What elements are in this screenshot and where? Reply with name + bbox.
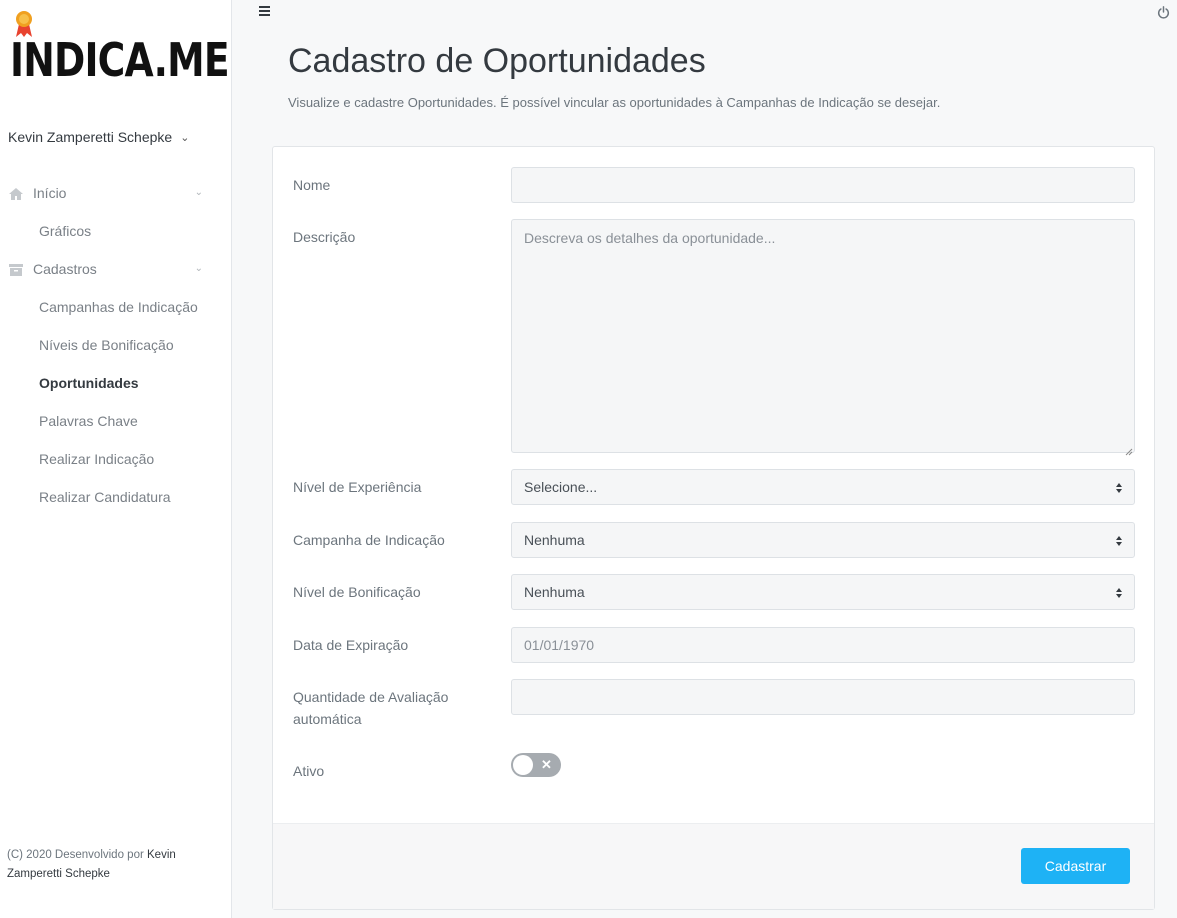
quantidade-input[interactable]	[511, 679, 1135, 715]
ativo-toggle[interactable]: ✕	[511, 753, 561, 777]
nivel-bonificacao-select[interactable]: Nenhuma	[511, 574, 1135, 610]
select-value: Selecione...	[524, 479, 598, 495]
form-card: Nome Descrição Nível de Experiência Sele…	[272, 146, 1155, 910]
sidebar-footer: (C) 2020 Desenvolvido por Kevin Zamperet…	[7, 846, 207, 884]
sidebar-item-oportunidades[interactable]: Oportunidades	[0, 364, 231, 402]
date-value: 01/01/1970	[524, 637, 595, 653]
nivel-bonificacao-label: Nível de Bonificação	[293, 584, 421, 600]
sidebar: INDICA.ME Kevin Zamperetti Schepke ⌄ Iní…	[0, 0, 232, 918]
ativo-label: Ativo	[293, 763, 325, 779]
user-name: Kevin Zamperetti Schepke	[8, 129, 173, 145]
nav-group-label: Cadastros	[33, 261, 97, 277]
sidebar-nav: Início ⌄ Gráficos Cadastros ⌄ Campanhas …	[0, 174, 231, 516]
sidebar-item-niveis[interactable]: Níveis de Bonificação	[0, 326, 231, 364]
nome-label: Nome	[293, 177, 331, 193]
sidebar-item-realizar-indicacao[interactable]: Realizar Indicação	[0, 440, 231, 478]
select-caret-icon	[1116, 588, 1122, 598]
resize-grip-icon[interactable]	[1125, 443, 1133, 456]
power-icon[interactable]	[1157, 6, 1171, 20]
sidebar-item-campanhas[interactable]: Campanhas de Indicação	[0, 288, 231, 326]
logo-text: INDICA.ME	[10, 33, 230, 87]
sidebar-item-graficos[interactable]: Gráficos	[0, 212, 231, 250]
chevron-down-icon: ⌄	[194, 263, 203, 274]
card-footer: Cadastrar	[273, 823, 1154, 909]
quantidade-label: Quantidade de Avaliação automática	[293, 689, 449, 727]
sidebar-item-palavras-chave[interactable]: Palavras Chave	[0, 402, 231, 440]
nome-input[interactable]	[511, 167, 1135, 203]
descricao-label: Descrição	[293, 229, 356, 245]
data-expiracao-input[interactable]: 01/01/1970	[511, 627, 1135, 663]
nav-group-label: Início	[33, 185, 67, 201]
app-logo[interactable]: INDICA.ME	[10, 10, 230, 87]
cadastrar-button[interactable]: Cadastrar	[1021, 848, 1130, 884]
nav-group-inicio[interactable]: Início ⌄	[0, 174, 231, 212]
nav-group-cadastros[interactable]: Cadastros ⌄	[0, 250, 231, 288]
data-expiracao-label: Data de Expiração	[293, 637, 409, 653]
nivel-experiencia-label: Nível de Experiência	[293, 479, 422, 495]
footer-prefix: (C) 2020 Desenvolvido por	[7, 849, 144, 861]
select-value: Nenhuma	[524, 584, 585, 600]
chevron-down-icon: ⌄	[180, 131, 190, 144]
sidebar-item-realizar-candidatura[interactable]: Realizar Candidatura	[0, 478, 231, 516]
page-title: Cadastro de Oportunidades	[288, 42, 706, 80]
archive-icon	[9, 263, 23, 276]
user-menu[interactable]: Kevin Zamperetti Schepke ⌄	[8, 129, 189, 145]
home-icon	[9, 187, 23, 200]
campanha-label: Campanha de Indicação	[293, 532, 445, 548]
close-icon: ✕	[541, 757, 552, 772]
campanha-select[interactable]: Nenhuma	[511, 522, 1135, 558]
page-subtitle: Visualize e cadastre Oportunidades. É po…	[288, 95, 941, 110]
select-value: Nenhuma	[524, 532, 585, 548]
menu-toggle-icon[interactable]	[259, 6, 271, 18]
descricao-textarea[interactable]	[511, 219, 1135, 453]
select-caret-icon	[1116, 483, 1122, 493]
chevron-down-icon: ⌄	[194, 187, 203, 198]
nivel-experiencia-select[interactable]: Selecione...	[511, 469, 1135, 505]
toggle-knob	[513, 755, 533, 775]
select-caret-icon	[1116, 536, 1122, 546]
